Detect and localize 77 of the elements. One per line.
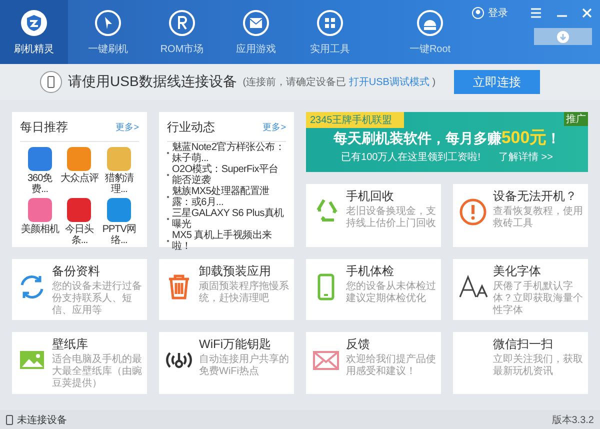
card-title: 每日推荐 [20,119,68,136]
alert-icon [457,196,489,228]
card-title: 行业动态 [167,119,215,136]
news-link[interactable]: 魅族MX5处理器配置泄露：或6月... [167,186,286,208]
tool-description: 您的设备未进行过备份支持联系人、短信、应用等 [52,281,143,317]
app-icon[interactable] [28,198,52,222]
tool-title: 备份资料 [52,263,101,280]
tool-title: 反馈 [346,336,371,353]
news-link[interactable]: O2O模式：SuperFix平台能否逆袭 [167,164,286,186]
tool-title: 美化字体 [493,263,542,280]
tool-card[interactable]: 手机回收 老旧设备换现金，支持线上估价上门回收 [306,184,441,247]
nav-tab[interactable]: 一键刷机 [74,0,142,64]
tool-card[interactable]: WiFi万能钥匙 自动连接用户共享的免费WiFi热点 [159,332,294,394]
envelope-icon [242,8,270,36]
tool-title: 手机体检 [346,263,395,280]
phone-icon [40,71,62,93]
download-button[interactable] [534,28,592,45]
connect-title: 请使用USB数据线连接设备 [68,73,237,91]
tool-card[interactable]: 美化字体 厌倦了手机默认字体？立即获取海量个性字体 [453,259,588,320]
download-icon [557,30,569,42]
tool-title: WiFi万能钥匙 [199,336,272,353]
ad-tag: 2345王牌手机联盟 [306,112,404,128]
tool-description: 立即关注我们，获取最新玩机资讯 [493,354,584,378]
app-icon[interactable] [28,147,52,171]
tool-title: 设备无法开机？ [493,188,578,205]
tool-card[interactable]: 卸载预装应用 顽固预装程序拖慢系统，赶快清理吧 [159,259,294,320]
grid-icon [316,8,344,36]
tool-description: 厌倦了手机默认字体？立即获取海量个性字体 [493,281,584,317]
news-link[interactable]: MX5 真机上手视频出来啦！ [167,230,286,252]
tool-card[interactable]: 微信扫一扫 立即关注我们，获取最新玩机资讯 [453,332,588,394]
app-name[interactable]: 猎豹清理... [99,173,139,195]
phone-icon [6,414,13,424]
tool-description: 适合电脑及手机的最大最全壁纸库（由豌豆荚提供） [52,354,143,390]
close-icon[interactable] [582,8,592,18]
more-link[interactable]: 更多> [116,121,139,134]
menu-icon[interactable] [530,8,542,18]
tool-description: 查看恢复教程，使用救砖工具 [493,206,584,230]
ad-headline: 每天刷机装软件，每月多赚500元！ [332,128,562,148]
ad-subtitle: 已有100万人在这里领到工资啦! [341,150,480,164]
tool-description: 您的设备从未体检过建议定期体检优化 [346,281,437,305]
shield-icon [20,8,48,36]
news-link[interactable]: 三星GALAXY S6 Plus真机曝光 [167,208,286,230]
tool-card[interactable]: 反馈 欢迎给我们提产品使用感受和建议！ [306,332,441,394]
tool-description: 老旧设备换现金，支持线上估价上门回收 [346,206,437,230]
ad-banner[interactable]: 2345王牌手机联盟 推广 每天刷机装软件，每月多赚500元！ 已有100万人在这里领到工资啦! 了解详情 >> [306,112,588,172]
tool-card[interactable]: 壁纸库 适合电脑及手机的最大最全壁纸库（由豌豆荚提供） [12,332,147,394]
tool-card[interactable]: 手机体检 您的设备从未体检过建议定期体检优化 [306,259,441,320]
nav-tab[interactable]: 应用游戏 [222,0,290,64]
nav-tab[interactable]: ROM市场 [148,0,216,64]
app-name[interactable]: 360免费... [20,173,60,195]
app-name[interactable]: 大众点评 [60,173,98,184]
user-icon [472,7,484,19]
app-name[interactable]: 美颜相机 [20,224,59,235]
tool-description: 顽固预装程序拖慢系统，赶快清理吧 [199,281,290,305]
app-icon[interactable] [107,198,132,222]
ad-badge: 推广 [564,112,588,126]
tool-title: 微信扫一扫 [493,336,554,353]
login-link[interactable]: 登录 [472,6,508,20]
app-icon[interactable] [67,147,92,171]
news-link[interactable]: 魅蓝Note2官方样张公布：妹子萌... [167,142,286,164]
version-label: 版本3.3.2 [552,414,594,426]
nav-tab[interactable]: 刷机精灵 [0,0,68,64]
app-icon[interactable] [67,198,92,222]
device-status: 未连接设备 [17,414,67,426]
cursor-icon [94,8,122,36]
tool-description: 欢迎给我们提产品使用感受和建议！ [346,354,437,378]
tool-card[interactable]: 备份资料 您的设备未进行过备份支持联系人、短信、应用等 [12,259,147,320]
tool-title: 卸载预装应用 [199,263,272,280]
app-name[interactable]: 今日头条... [60,224,100,246]
tool-title: 手机回收 [346,188,395,205]
tool-title: 壁纸库 [52,336,89,353]
r-letter-icon [168,8,196,36]
more-link[interactable]: 更多> [262,121,286,134]
tool-description: 自动连接用户共享的免费WiFi热点 [199,354,290,378]
app-name[interactable]: PPTV网络... [99,224,139,246]
tool-card[interactable]: 设备无法开机？ 查看恢复教程，使用救砖工具 [453,184,588,247]
connect-hint: (连接前，请确定设备已 打开USB调试模式 ) [242,76,436,89]
